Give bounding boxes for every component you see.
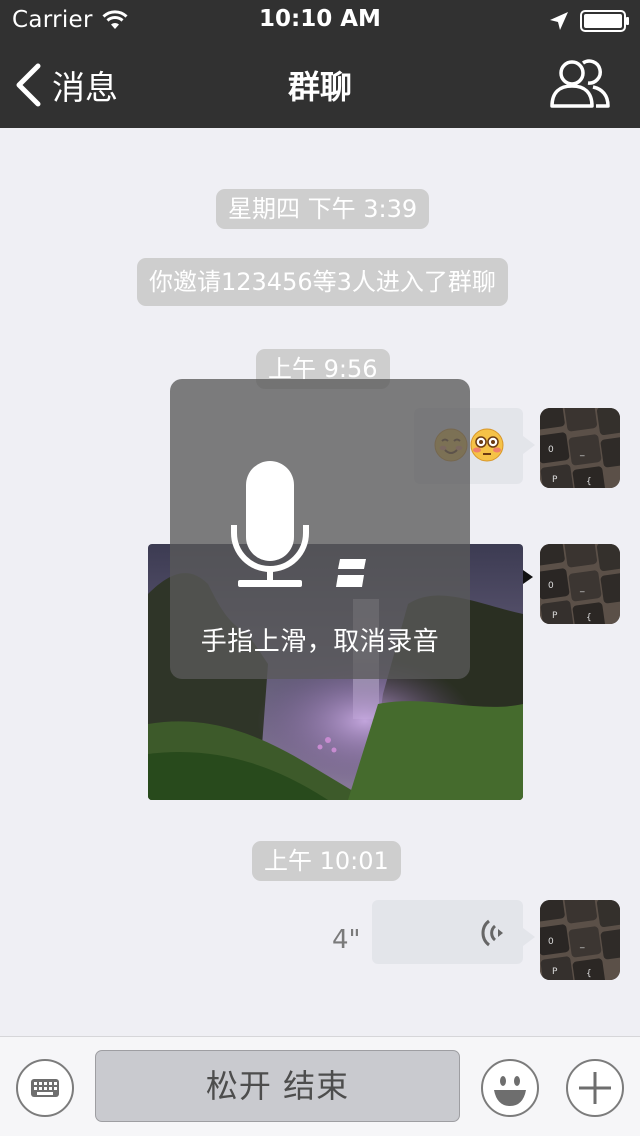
svg-text:_: _: [579, 583, 585, 593]
svg-text:0: 0: [548, 445, 554, 455]
keyboard-toggle-button[interactable]: [16, 1059, 74, 1117]
avatar[interactable]: 0 _ P {: [540, 900, 620, 980]
recording-tip: 手指上滑，取消录音: [200, 627, 440, 657]
more-actions-button[interactable]: [566, 1059, 624, 1117]
svg-text:{: {: [586, 613, 592, 623]
page-title: 群聊: [287, 68, 352, 106]
plus-icon: [579, 1072, 611, 1104]
status-bar: Carrier 10:10 AM: [0, 0, 640, 40]
navigation-bar: Carrier 10:10 AM 消息 群聊: [0, 0, 640, 128]
flushed-emoji-icon: [470, 428, 504, 462]
avatar[interactable]: 0 _ P {: [540, 544, 620, 624]
emoji-icon: [494, 1076, 526, 1106]
battery-icon: [580, 10, 629, 32]
voice-playback-icon: [481, 919, 503, 947]
svg-text:{: {: [586, 969, 592, 979]
hold-to-talk-button[interactable]: 松开 结束: [95, 1050, 460, 1122]
svg-text:P: P: [552, 967, 558, 977]
svg-text:P: P: [552, 611, 558, 621]
avatar[interactable]: 0 _ P {: [540, 408, 620, 488]
svg-text:0: 0: [548, 581, 554, 591]
group-members-icon[interactable]: [548, 56, 612, 110]
status-time: 10:10 AM: [259, 6, 381, 32]
keyboard-photo: 0 _ P {: [540, 544, 620, 624]
location-arrow-icon: [550, 12, 568, 30]
keyboard-photo: 0 _ P {: [540, 900, 620, 980]
svg-text:_: _: [579, 447, 585, 457]
microphone-icon: [231, 461, 309, 587]
voice-message-bubble[interactable]: [372, 900, 535, 964]
voice-duration: 4": [332, 925, 361, 955]
input-toolbar: 松开 结束: [0, 1036, 640, 1136]
svg-text:P: P: [552, 475, 558, 485]
keyboard-photo: 0 _ P {: [540, 408, 620, 488]
svg-text:_: _: [579, 939, 585, 949]
timestamp-pill: 星期四 下午 3:39: [216, 189, 430, 229]
emoji-button[interactable]: [481, 1059, 539, 1117]
volume-level-icon: [336, 559, 366, 587]
keyboard-icon: [31, 1079, 59, 1097]
system-notice: 你邀请123456等3人进入了群聊: [137, 258, 508, 306]
svg-text:0: 0: [548, 937, 554, 947]
recording-overlay: 手指上滑，取消录音: [170, 379, 470, 679]
timestamp-pill: 上午 10:01: [252, 841, 401, 881]
svg-text:{: {: [586, 477, 592, 487]
bubble-tail: [523, 570, 533, 584]
